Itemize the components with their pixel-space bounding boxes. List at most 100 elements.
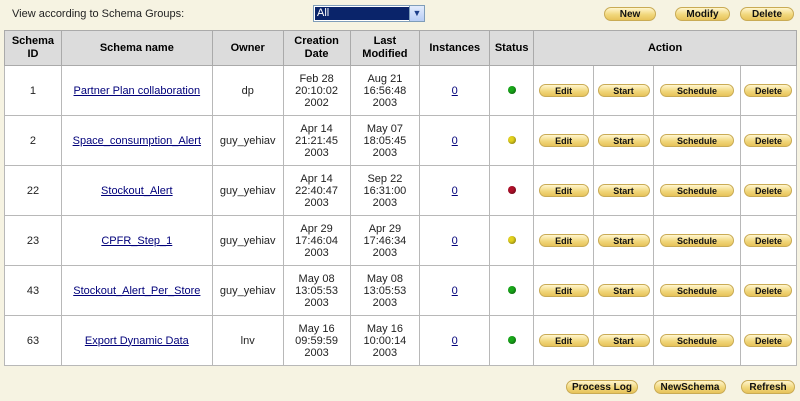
schedule-button[interactable]: Schedule	[659, 184, 734, 197]
col-action: Action	[533, 30, 797, 66]
creation-date-time: 09:59:59	[295, 334, 338, 347]
status-cell	[489, 115, 535, 166]
start-button[interactable]: Start	[597, 184, 650, 197]
start-button[interactable]: Start	[597, 134, 650, 147]
creation-date-time: 17:46:04	[295, 234, 338, 247]
creation-date-year: 2002	[304, 96, 329, 109]
schedule-button[interactable]: Schedule	[659, 84, 734, 97]
creation-date-day: Feb 28	[299, 72, 334, 85]
schema-id-cell: 63	[4, 315, 62, 366]
schedule-button[interactable]: Schedule	[659, 334, 734, 347]
instances-link[interactable]: 0	[452, 185, 458, 197]
creation-date-day: Apr 14	[300, 172, 333, 185]
status-cell	[489, 215, 535, 266]
modified-date-year: 2003	[372, 346, 398, 359]
schema-name-link[interactable]: Stockout_Alert	[101, 185, 173, 197]
edit-button[interactable]: Edit	[538, 184, 589, 197]
edit-button[interactable]: Edit	[538, 84, 589, 97]
edit-button[interactable]: Edit	[538, 134, 589, 147]
status-cell	[489, 265, 535, 316]
creation-date-cell: May 08 13:05:53 2003	[282, 265, 351, 316]
delete-row-button[interactable]: Delete	[744, 334, 793, 347]
modified-date-time: 13:05:53	[363, 284, 407, 297]
owner-cell: guy_yehiav	[211, 265, 284, 316]
creation-date-time: 20:10:02	[295, 84, 338, 97]
col-schema-id: Schema ID	[4, 30, 62, 66]
edit-button[interactable]: Edit	[538, 284, 589, 297]
col-last-modified: Last Modified	[349, 30, 421, 66]
col-status: Status	[489, 30, 535, 66]
schema-group-select[interactable]: All ▼	[313, 5, 425, 22]
start-button[interactable]: Start	[597, 234, 650, 247]
creation-date-cell: Apr 14 21:21:45 2003	[282, 115, 351, 166]
chevron-down-icon[interactable]: ▼	[409, 6, 424, 21]
modify-button[interactable]: Modify	[675, 7, 730, 21]
schema-group-selected: All	[315, 7, 409, 20]
schema-group-label: View according to Schema Groups:	[12, 8, 185, 20]
table-row: 23 CPFR_Step_1 guy_yehiav Apr 29 17:46:04 200…	[4, 215, 798, 266]
schema-table: Schema ID Schema name Owner Creation Dat…	[4, 30, 798, 366]
col-instances: Instances	[419, 30, 491, 66]
status-yellow-icon	[507, 235, 516, 244]
new-button[interactable]: New	[604, 7, 656, 21]
modified-date-day: Aug 21	[367, 72, 403, 85]
start-button[interactable]: Start	[597, 84, 650, 97]
last-modified-cell: Aug 21 16:56:48 2003	[349, 65, 421, 116]
schema-name-link[interactable]: Stockout_Alert_Per_Store	[73, 285, 200, 297]
delete-row-button[interactable]: Delete	[744, 284, 793, 297]
status-cell	[489, 165, 535, 216]
instances-link[interactable]: 0	[452, 335, 458, 347]
delete-row-button[interactable]: Delete	[744, 184, 793, 197]
modified-date-time: 16:56:48	[363, 84, 407, 97]
instances-link[interactable]: 0	[452, 285, 458, 297]
delete-row-button[interactable]: Delete	[744, 134, 793, 147]
creation-date-year: 2003	[304, 146, 329, 159]
modified-date-day: May 08	[366, 272, 403, 285]
creation-date-cell: Apr 29 17:46:04 2003	[282, 215, 351, 266]
table-row: 63 Export Dynamic Data lnv May 16 09:59:59 20…	[4, 315, 798, 366]
last-modified-cell: May 08 13:05:53 2003	[349, 265, 421, 316]
creation-date-time: 22:40:47	[295, 184, 338, 197]
modified-date-day: Sep 22	[367, 172, 403, 185]
last-modified-cell: May 07 18:05:45 2003	[349, 115, 421, 166]
top-toolbar: View according to Schema Groups: All ▼ N…	[0, 0, 800, 28]
schedule-button[interactable]: Schedule	[659, 284, 734, 297]
creation-date-year: 2003	[304, 296, 329, 309]
modified-date-time: 18:05:45	[363, 134, 407, 147]
delete-row-button[interactable]: Delete	[744, 84, 793, 97]
edit-button[interactable]: Edit	[538, 334, 589, 347]
schema-name-link[interactable]: CPFR_Step_1	[101, 235, 172, 247]
instances-link[interactable]: 0	[452, 85, 458, 97]
start-button[interactable]: Start	[597, 284, 650, 297]
modified-date-time: 17:46:34	[363, 234, 407, 247]
status-green-icon	[507, 335, 516, 344]
process-log-button[interactable]: Process Log	[566, 380, 638, 394]
table-row: 2 Space_consumption_Alert guy_yehiav Apr 14…	[4, 115, 798, 166]
refresh-button[interactable]: Refresh	[741, 380, 795, 394]
owner-cell: lnv	[211, 315, 284, 366]
modified-date-year: 2003	[372, 296, 398, 309]
edit-button[interactable]: Edit	[538, 234, 589, 247]
schedule-button[interactable]: Schedule	[659, 234, 734, 247]
new-schema-button[interactable]: NewSchema	[654, 380, 726, 394]
modified-date-year: 2003	[372, 246, 398, 259]
last-modified-cell: May 16 10:00:14 2003	[349, 315, 421, 366]
owner-cell: dp	[211, 65, 284, 116]
schema-name-link[interactable]: Partner Plan collaboration	[74, 85, 201, 97]
delete-button[interactable]: Delete	[740, 7, 794, 21]
start-button[interactable]: Start	[597, 334, 650, 347]
schema-name-link[interactable]: Export Dynamic Data	[85, 335, 189, 347]
status-green-icon	[507, 285, 516, 294]
schema-name-link[interactable]: Space_consumption_Alert	[73, 135, 201, 147]
schedule-button[interactable]: Schedule	[659, 134, 734, 147]
creation-date-cell: May 16 09:59:59 2003	[282, 315, 351, 366]
schema-id-cell: 2	[4, 115, 62, 166]
instances-link[interactable]: 0	[452, 235, 458, 247]
owner-cell: guy_yehiav	[211, 215, 284, 266]
creation-date-year: 2003	[304, 346, 329, 359]
creation-date-time: 13:05:53	[295, 284, 338, 297]
bottom-toolbar: Process Log NewSchema Refresh	[0, 372, 800, 401]
instances-link[interactable]: 0	[452, 135, 458, 147]
delete-row-button[interactable]: Delete	[744, 234, 793, 247]
creation-date-day: May 08	[298, 272, 335, 285]
